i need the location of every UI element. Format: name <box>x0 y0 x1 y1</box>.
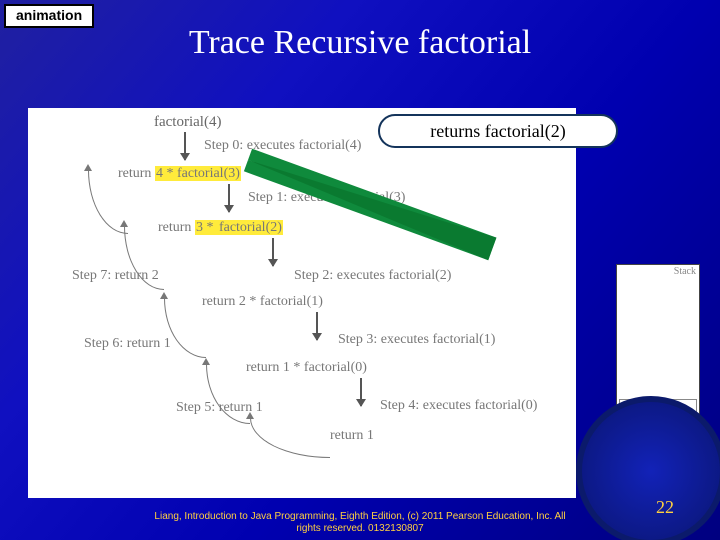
arrow-icon <box>360 378 362 406</box>
return-1: return 1 * factorial(0) <box>246 360 367 376</box>
step-0: Step 0: executes factorial(4) <box>204 138 361 154</box>
slide-title: Trace Recursive factorial <box>0 24 720 62</box>
hl: 4 * factorial(3) <box>155 166 241 181</box>
return-3: return 3 * factorial(2) <box>158 220 283 236</box>
step-2: Step 2: executes factorial(2) <box>294 268 451 284</box>
step-7: Step 7: return 2 <box>72 268 159 284</box>
arrow-icon <box>184 132 186 160</box>
curve <box>250 418 330 458</box>
arrow-icon <box>272 238 274 266</box>
stack-header: Stack <box>617 265 699 278</box>
arrowhead-icon <box>84 164 92 171</box>
slide: animation Trace Recursive factorial fact… <box>0 0 720 540</box>
return-2: return 2 * factorial(1) <box>202 294 323 310</box>
step-6: Step 6: return 1 <box>84 336 171 352</box>
credit-line: Liang, Introduction to Java Programming,… <box>0 511 720 534</box>
arrowhead-icon <box>160 292 168 299</box>
arrowhead-icon <box>202 358 210 365</box>
arrowhead-icon <box>120 220 128 227</box>
hl-target: factorial(2) <box>218 220 283 235</box>
credit-text-2: rights reserved. 0132130807 <box>296 523 423 534</box>
root-call: factorial(4) <box>154 114 221 131</box>
credit-text-1: Liang, Introduction to Java Programming,… <box>154 511 565 522</box>
return-4: return 4 * factorial(3) <box>118 166 241 182</box>
callout-bubble: returns factorial(2) <box>378 114 618 148</box>
arrow-icon <box>316 312 318 340</box>
step-4: Step 4: executes factorial(0) <box>380 398 537 414</box>
return-0: return 1 <box>330 428 374 444</box>
hl: 3 * <box>195 220 218 235</box>
arrow-icon <box>228 184 230 212</box>
step-3: Step 3: executes factorial(1) <box>338 332 495 348</box>
step-5: Step 5: return 1 <box>176 400 263 416</box>
